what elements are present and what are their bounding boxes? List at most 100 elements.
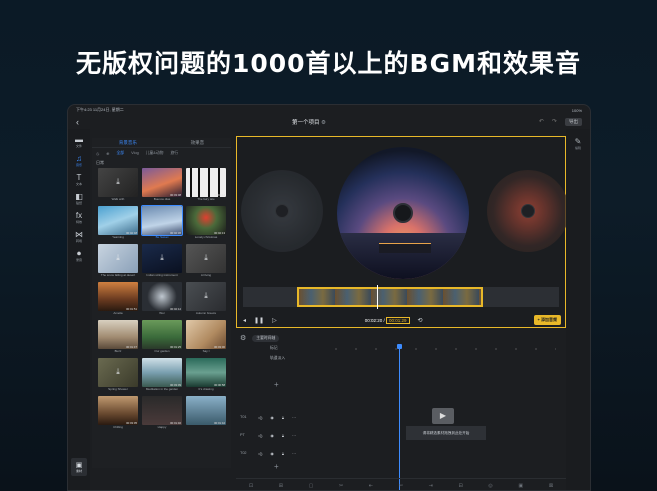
music-tile[interactable]: ⤓ Spring Shower: [98, 358, 138, 391]
tool-icon[interactable]: ⇥: [429, 483, 433, 489]
playhead[interactable]: [397, 344, 402, 490]
music-tile[interactable]: 00:01:47 Buzz: [98, 320, 138, 353]
subtab-vlog[interactable]: Vlog: [131, 151, 139, 155]
globe-icon[interactable]: ⊕: [106, 151, 109, 156]
download-icon[interactable]: ⤓: [113, 253, 123, 263]
volume-icon[interactable]: ◁): [258, 451, 262, 456]
music-tile[interactable]: 00:01:51 Amelia: [98, 282, 138, 315]
audio-selection[interactable]: [297, 287, 483, 307]
music-tile[interactable]: 00:01:42: [186, 396, 226, 429]
music-tile[interactable]: 00:02:48 Yearning: [98, 206, 138, 239]
music-tile[interactable]: ⤓ Walk with: [98, 168, 138, 201]
add-audio-button[interactable]: + 添加音频: [533, 315, 561, 325]
right-toolbar: ✎ 编辑: [566, 129, 590, 490]
track-row[interactable]: PT ◁) ◉ 🔒︎ ···: [240, 428, 296, 442]
rail-item-folder[interactable]: ▬ 文件: [68, 135, 90, 148]
tool-icon[interactable]: ✂: [339, 483, 343, 489]
music-tile[interactable]: 00:01:12 The fairy tale: [186, 168, 226, 201]
music-tile[interactable]: 00:00:58 It's drawing: [186, 358, 226, 391]
music-tile[interactable]: ⤓ Autumn breeze: [186, 282, 226, 315]
eye-icon[interactable]: ◉: [270, 415, 274, 420]
tool-icon[interactable]: ▣: [518, 483, 523, 489]
status-battery: 100%: [571, 107, 582, 113]
tool-icon[interactable]: ⊞: [279, 483, 283, 489]
volume-icon[interactable]: ◁): [258, 433, 262, 438]
volume-icon[interactable]: ◁): [258, 415, 262, 420]
waveform-strip[interactable]: [243, 285, 559, 309]
subtab-travel[interactable]: 旅行: [170, 151, 178, 156]
music-tile[interactable]: 00:03:00 Say I: [186, 320, 226, 353]
music-tile[interactable]: 00:02:13 Lonely christmas: [186, 206, 226, 239]
download-icon[interactable]: ⤓: [201, 253, 211, 263]
music-title: Arriving: [200, 273, 212, 277]
undo-icon[interactable]: ↶: [539, 118, 544, 125]
tool-icon[interactable]: ✄: [399, 483, 403, 489]
download-icon[interactable]: ⤓: [113, 367, 123, 377]
tool-icon[interactable]: ⊡: [249, 483, 253, 489]
music-tile[interactable]: 00:03:05 Chilling: [98, 396, 138, 429]
more-icon[interactable]: ···: [292, 415, 296, 420]
rewind-icon[interactable]: ◂: [243, 317, 246, 324]
more-icon[interactable]: ···: [292, 433, 296, 438]
music-tile[interactable]: ⤓ The snow falling at desert: [98, 244, 138, 277]
main-timeline-chip[interactable]: 主要时间轴: [252, 334, 280, 342]
timeline-settings-icon[interactable]: ⚙: [240, 334, 246, 342]
music-title: Yearning: [112, 235, 124, 239]
loop-icon[interactable]: ⟲: [418, 317, 423, 324]
vinyl-main: [337, 147, 469, 279]
edit-icon[interactable]: ✎: [575, 137, 582, 146]
tool-icon[interactable]: ◎: [488, 483, 492, 489]
rail-item-sticker[interactable]: ◧ 贴纸: [68, 192, 90, 205]
export-button[interactable]: 导出: [564, 117, 582, 126]
rail-item-text[interactable]: T 文本: [68, 173, 90, 186]
music-tile[interactable]: 00:03:09 Meditation in the garden: [142, 358, 182, 391]
project-title[interactable]: 第一个项目 ⚙: [292, 118, 326, 126]
total-time[interactable]: 00:01:29: [386, 316, 410, 324]
download-icon[interactable]: ⤓: [157, 253, 167, 263]
download-icon[interactable]: ⤓: [201, 291, 211, 301]
back-icon[interactable]: ‹: [76, 117, 79, 127]
playback-controls: ◂ ❚❚ ▷ 00:02:20 / 00:01:29 ⟲ + 添加音频: [237, 312, 567, 328]
clock-icon[interactable]: ◷: [96, 151, 99, 156]
download-icon[interactable]: ⤓: [113, 177, 123, 187]
eye-icon[interactable]: ◉: [270, 433, 274, 438]
music-tile[interactable]: 00:03:08 Buenos dias: [142, 168, 182, 201]
eye-icon[interactable]: ◉: [270, 451, 274, 456]
rail-item-transition[interactable]: ⋈ 转场: [68, 230, 90, 243]
more-icon[interactable]: ···: [292, 451, 296, 456]
music-tile[interactable]: ⤓ Indian string instrument: [142, 244, 182, 277]
pause-icon[interactable]: ❚❚: [254, 317, 264, 324]
rail-item-mic[interactable]: ⏺ 录音: [68, 249, 90, 262]
subtab-all[interactable]: 全部: [117, 151, 125, 156]
timeline-header: ⚙ 主要时间轴: [236, 332, 566, 344]
rail-item-music[interactable]: ♫ 音乐: [68, 154, 90, 167]
redo-icon[interactable]: ↷: [552, 118, 557, 125]
tab-bgm[interactable]: 背景音乐: [119, 140, 137, 146]
tool-icon[interactable]: ⊟: [458, 483, 462, 489]
assets-button[interactable]: ▣ 素材: [71, 458, 87, 476]
music-tile[interactable]: ⤓ Arriving: [186, 244, 226, 277]
forward-icon[interactable]: ▷: [272, 317, 277, 324]
track-row[interactable]: T02 ◁) ◉ 🔒︎ ···: [240, 446, 296, 460]
lock-icon[interactable]: 🔒︎: [282, 451, 284, 456]
track-row[interactable]: T01 ◁) ◉ 🔒︎ ···: [240, 410, 296, 424]
music-tile[interactable]: 00:02:12 Wor: [142, 282, 182, 315]
music-tile[interactable]: 00:01:25 Our garden: [142, 320, 182, 353]
tool-icon[interactable]: ▢: [309, 483, 314, 489]
tool-icon[interactable]: ⊠: [549, 483, 553, 489]
rail-item-effects[interactable]: fx 特效: [68, 211, 90, 224]
settings-icon[interactable]: ⚙: [321, 120, 326, 126]
add-track-bottom-icon[interactable]: +: [274, 462, 279, 471]
preview-cursor[interactable]: [377, 285, 378, 309]
add-track-top-icon[interactable]: +: [274, 380, 279, 389]
tab-sfx[interactable]: 效果音: [191, 140, 205, 146]
music-title: Autumn breeze: [195, 311, 217, 315]
music-tile[interactable]: 00:02:36 Be Sweet: [141, 205, 183, 239]
music-thumbnail: 00:03:09: [142, 358, 182, 387]
music-title: The snow falling at desert: [100, 273, 136, 277]
lock-icon[interactable]: 🔒︎: [282, 433, 284, 438]
subtab-kids[interactable]: 儿童&动物: [146, 151, 164, 156]
tool-icon[interactable]: ⇤: [369, 483, 373, 489]
lock-icon[interactable]: 🔒︎: [282, 415, 284, 420]
music-tile[interactable]: 00:01:40 Happy: [142, 396, 182, 429]
